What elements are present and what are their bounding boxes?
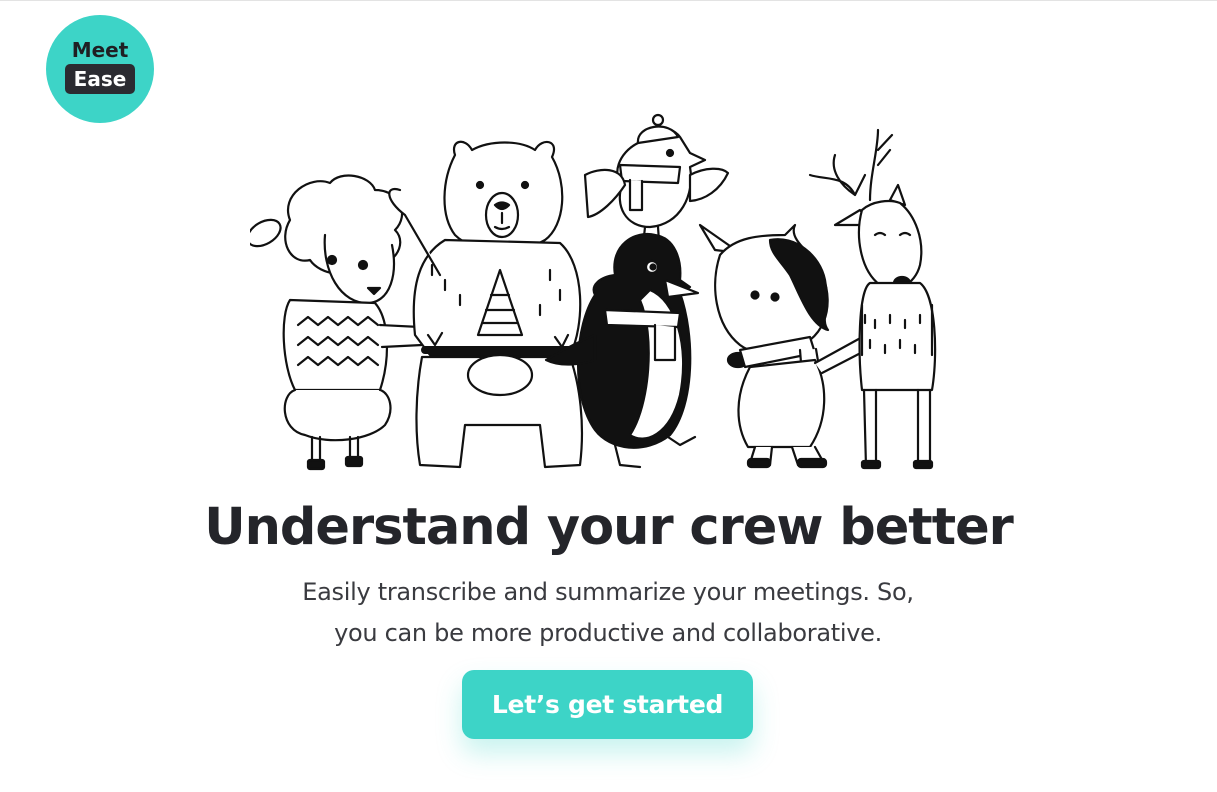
animal-crew-illustration <box>250 113 937 471</box>
logo-word-ease: Ease <box>64 64 136 94</box>
bear-figure <box>388 140 584 469</box>
hero-headline: Understand your crew better <box>204 498 1014 557</box>
get-started-button[interactable]: Let’s get started <box>462 670 753 739</box>
meet-ease-logo[interactable]: Meet Ease <box>46 15 154 123</box>
top-divider <box>0 0 1217 1</box>
hero-subtitle: Easily transcribe and summarize your mee… <box>233 572 983 654</box>
reindeer-figure <box>808 128 937 470</box>
hero-subtitle-line-2: you can be more productive and collabora… <box>334 619 882 647</box>
sheep-figure <box>250 174 424 471</box>
hero-subtitle-line-1: Easily transcribe and summarize your mee… <box>302 578 914 606</box>
unicorn-figure <box>698 223 882 469</box>
landing-page: Meet Ease Understand your crew better Ea… <box>0 0 1217 792</box>
logo-word-meet: Meet <box>71 38 129 62</box>
